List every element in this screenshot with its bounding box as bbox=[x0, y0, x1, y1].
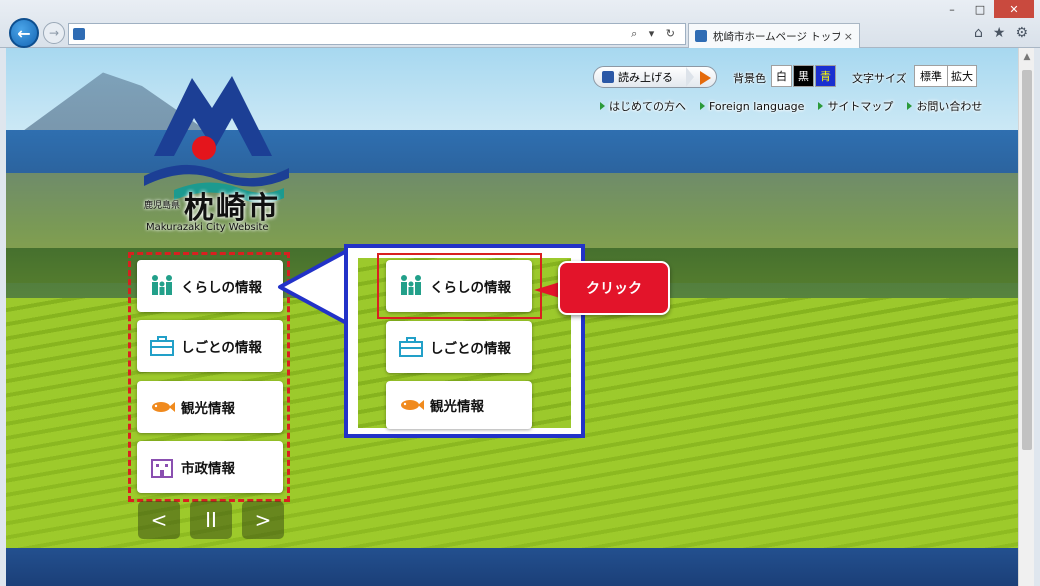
maximize-button[interactable]: □ bbox=[966, 0, 994, 18]
menu-tourism-button[interactable]: 観光情報 bbox=[137, 381, 283, 433]
click-target-highlight bbox=[377, 253, 542, 319]
font-size-label: 文字サイズ bbox=[852, 72, 907, 85]
play-icon bbox=[700, 71, 711, 85]
bg-blue-button[interactable]: 青 bbox=[815, 65, 836, 87]
window-controls: – □ ✕ bbox=[938, 0, 1034, 18]
close-window-button[interactable]: ✕ bbox=[994, 0, 1034, 18]
window-frame-right bbox=[1034, 48, 1040, 586]
arrow-icon bbox=[907, 102, 913, 110]
nav-link-label: サイトマップ bbox=[827, 100, 894, 113]
speaker-icon bbox=[602, 71, 614, 83]
logo-city-name: 枕崎市 bbox=[184, 191, 280, 226]
site-favicon-icon bbox=[73, 28, 85, 40]
logo-english-name: Makurazaki City Website bbox=[146, 222, 269, 233]
fish-icon bbox=[152, 402, 175, 412]
menu-label: しごとの情報 bbox=[181, 340, 262, 356]
star-icon[interactable]: ★ bbox=[993, 25, 1006, 41]
nav-link-foreign-language[interactable]: Foreign language bbox=[700, 98, 804, 114]
menu-label: しごとの情報 bbox=[430, 341, 511, 357]
browser-tab[interactable]: 枕崎市ホームページ トップページ × bbox=[688, 23, 860, 48]
menu-label: 市政情報 bbox=[181, 461, 235, 477]
browser-toolbar: ⌂ ★ ⚙ bbox=[974, 25, 1028, 41]
nav-link-label: お問い合わせ bbox=[916, 100, 983, 113]
menu-label: 観光情報 bbox=[181, 401, 235, 417]
gear-icon[interactable]: ⚙ bbox=[1015, 25, 1028, 41]
forward-button[interactable]: → bbox=[43, 22, 65, 44]
bg-black-button[interactable]: 黒 bbox=[793, 65, 814, 87]
back-arrow-icon: ← bbox=[17, 23, 31, 43]
zoom-menu-tourism-button[interactable]: 観光情報 bbox=[386, 381, 532, 429]
font-size-large-button[interactable]: 拡大 bbox=[947, 65, 977, 87]
browser-chrome: – □ ✕ ← → ⌕ ▾ ↻ 枕崎市ホームページ トップページ × ⌂ ★ ⚙ bbox=[0, 0, 1040, 48]
callout-tail bbox=[534, 282, 560, 298]
nav-link-first-time[interactable]: はじめての方へ bbox=[600, 98, 686, 114]
forward-arrow-icon: → bbox=[48, 26, 60, 40]
building-icon bbox=[151, 459, 173, 478]
family-icon bbox=[152, 275, 172, 295]
back-button[interactable]: ← bbox=[9, 18, 39, 48]
nav-link-contact[interactable]: お問い合わせ bbox=[907, 98, 982, 114]
slider-prev-button[interactable]: < bbox=[138, 501, 180, 539]
slider-next-button[interactable]: > bbox=[242, 501, 284, 539]
readout-label: 読み上げる bbox=[618, 71, 673, 84]
vertical-scrollbar[interactable]: ▲ bbox=[1018, 48, 1034, 586]
arrow-icon bbox=[818, 102, 824, 110]
tab-title: 枕崎市ホームページ トップページ bbox=[713, 30, 840, 43]
zoom-menu-work-button[interactable]: しごとの情報 bbox=[386, 321, 532, 373]
nav-link-label: はじめての方へ bbox=[609, 100, 686, 113]
nav-link-sitemap[interactable]: サイトマップ bbox=[818, 98, 893, 114]
bg-color-label: 背景色 bbox=[733, 72, 766, 85]
address-bar[interactable]: ⌕ ▾ ↻ bbox=[68, 23, 686, 45]
click-callout: クリック bbox=[558, 261, 670, 315]
menu-label: くらしの情報 bbox=[181, 280, 262, 296]
slider-pause-button[interactable]: II bbox=[190, 501, 232, 539]
menu-city-admin-button[interactable]: 市政情報 bbox=[137, 441, 283, 493]
briefcase-icon bbox=[150, 336, 174, 356]
footer-band bbox=[6, 548, 1018, 586]
menu-living-button[interactable]: くらしの情報 bbox=[137, 260, 283, 312]
scrollbar-thumb[interactable] bbox=[1022, 70, 1032, 450]
bg-white-button[interactable]: 白 bbox=[771, 65, 792, 87]
menu-label: 観光情報 bbox=[430, 399, 484, 415]
logo-prefecture: 鹿児島県 bbox=[144, 201, 181, 211]
tab-close-icon[interactable]: × bbox=[844, 30, 853, 43]
play-separator bbox=[686, 67, 694, 87]
address-bar-actions[interactable]: ⌕ ▾ ↻ bbox=[631, 27, 679, 41]
arrow-icon bbox=[700, 102, 705, 110]
tab-favicon-icon bbox=[695, 30, 707, 42]
readout-button[interactable]: 読み上げる bbox=[593, 66, 717, 88]
home-icon[interactable]: ⌂ bbox=[974, 25, 983, 41]
arrow-icon bbox=[600, 102, 605, 110]
fish-icon bbox=[401, 400, 424, 410]
nav-link-label: Foreign language bbox=[709, 99, 805, 113]
header-nav: はじめての方へ Foreign language サイトマップ お問い合わせ bbox=[600, 98, 982, 114]
page-viewport: 読み上げる 背景色 白 黒 青 文字サイズ 標準 拡大 はじめての方へ Fore… bbox=[6, 48, 1018, 586]
minimize-button[interactable]: – bbox=[938, 0, 966, 18]
menu-work-button[interactable]: しごとの情報 bbox=[137, 320, 283, 372]
font-size-standard-button[interactable]: 標準 bbox=[914, 65, 948, 87]
scroll-up-icon[interactable]: ▲ bbox=[1019, 52, 1035, 66]
briefcase-icon bbox=[399, 337, 423, 357]
